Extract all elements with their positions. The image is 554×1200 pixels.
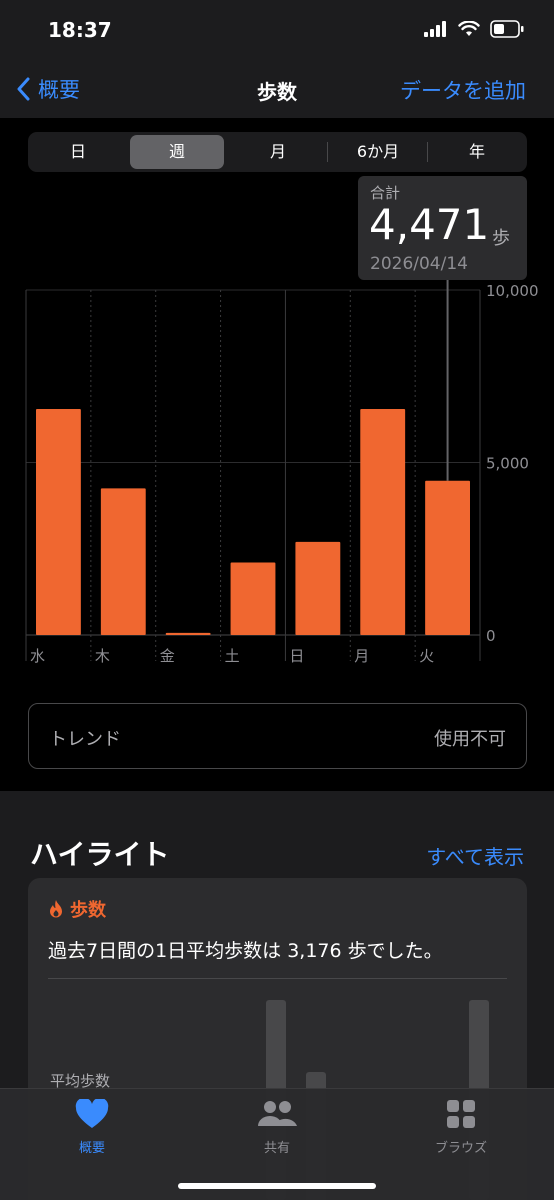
tab-sharing[interactable]: 共有 — [217, 1099, 337, 1156]
tab-browse-label: ブラウズ — [434, 1141, 487, 1156]
selection-tooltip: 合計 4,471 歩 2026/04/14 — [358, 176, 527, 280]
status-time: 18:37 — [48, 18, 112, 42]
steps-bar-chart[interactable]: 水 木 金 土 日 月 火 10,000 5,000 0 — [0, 280, 554, 680]
bar-3[interactable] — [230, 562, 276, 635]
x-tick-label: 日 — [289, 647, 304, 665]
add-data-button[interactable]: データを追加 — [400, 75, 526, 105]
trend-row[interactable]: トレンド 使用不可 — [28, 703, 527, 769]
trend-value: 使用不可 — [434, 729, 506, 750]
segment-6months[interactable]: 6か月 — [330, 135, 426, 169]
tab-browse[interactable]: ブラウズ — [401, 1099, 521, 1156]
steps-chart[interactable]: 水 木 金 土 日 月 火 10,000 5,000 0 — [0, 280, 554, 680]
period-segmented-control: 日 週 月 6か月 年 — [28, 132, 527, 172]
segment-divider — [427, 142, 428, 162]
highlights-title: ハイライト — [30, 838, 170, 871]
segment-year[interactable]: 年 — [430, 135, 524, 169]
y-tick-label: 5,000 — [486, 455, 529, 473]
trend-label: トレンド — [49, 729, 121, 750]
people-icon — [258, 1101, 297, 1126]
bar-5[interactable] — [360, 409, 406, 635]
divider — [48, 978, 507, 979]
highlight-card-header: 歩数 — [48, 896, 106, 922]
tab-sharing-label: 共有 — [263, 1141, 290, 1156]
grid-icon — [447, 1100, 475, 1128]
bar-6[interactable] — [425, 480, 470, 635]
x-tick-label: 火 — [419, 647, 434, 665]
flame-icon — [50, 900, 62, 918]
highlight-text: 過去7日間の1日平均歩数は 3,176 歩でした。 — [48, 940, 443, 962]
segment-month[interactable]: 月 — [230, 135, 326, 169]
bar-0[interactable] — [36, 409, 81, 635]
y-tick-label: 0 — [486, 627, 496, 645]
status-bar: 18:37 — [0, 0, 554, 62]
wifi-icon — [458, 21, 480, 36]
bar-1[interactable] — [100, 488, 146, 635]
status-icons — [424, 20, 524, 38]
x-tick-label: 土 — [225, 647, 240, 665]
heart-icon — [75, 1097, 109, 1128]
home-indicator — [178, 1183, 376, 1189]
signal-icon — [424, 21, 446, 37]
tab-summary[interactable]: 概要 — [32, 1097, 152, 1156]
tab-summary-label: 概要 — [78, 1141, 105, 1156]
segment-divider — [327, 142, 328, 162]
bar-2[interactable] — [165, 632, 211, 635]
tooltip-value: 4,471 — [369, 200, 490, 249]
battery-icon — [490, 20, 524, 38]
x-tick-label: 金 — [160, 647, 175, 665]
nav-bar: 概要 歩数 データを追加 — [0, 62, 554, 118]
tooltip-date: 2026/04/14 — [370, 254, 468, 274]
tooltip-unit: 歩 — [492, 228, 510, 249]
show-all-link[interactable]: すべて表示 — [426, 841, 524, 870]
x-tick-label: 水 — [30, 647, 45, 665]
x-tick-label: 木 — [95, 647, 110, 665]
x-tick-label: 月 — [354, 647, 369, 665]
y-tick-label: 10,000 — [486, 282, 539, 300]
highlight-category: 歩数 — [70, 900, 106, 921]
segment-day[interactable]: 日 — [32, 135, 124, 169]
bar-4[interactable] — [295, 541, 341, 635]
segment-week[interactable]: 週 — [130, 135, 224, 169]
